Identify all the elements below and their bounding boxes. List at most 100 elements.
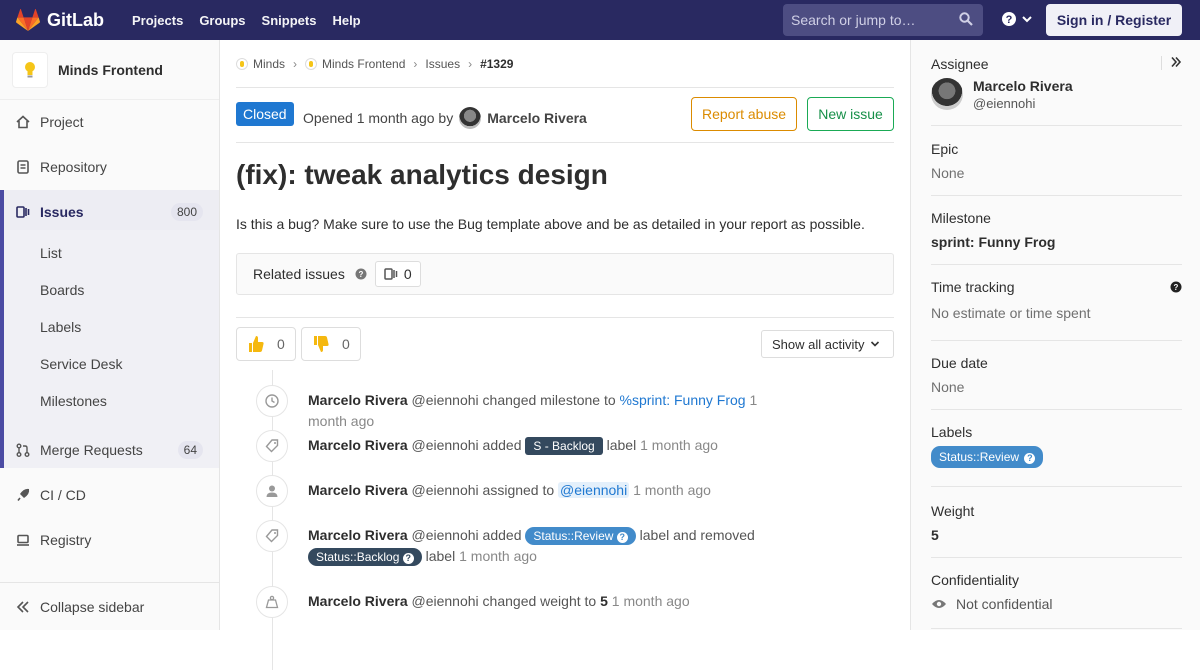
group-avatar-icon [236,57,248,70]
thumbs-up-button[interactable]: 0 [236,327,296,361]
section-divider [236,317,894,318]
sidebar-item-merge-requests[interactable]: Merge Requests 64 [0,428,219,472]
label-status-review[interactable]: Status::Review ? [931,446,1044,468]
gitlab-logo[interactable]: GitLab [16,0,104,40]
avatar[interactable] [459,107,482,129]
related-count-value: 0 [403,266,412,282]
sidebar-item-ci-cd[interactable]: CI / CD [0,473,219,517]
issue-main: Minds › Minds Frontend › Issues › #1329 … [236,40,894,670]
assignee-name[interactable]: Marcelo Rivera [973,78,1073,94]
sidebar-item-project[interactable]: Project [0,100,219,144]
sidebar-item-registry[interactable]: Registry [0,518,219,562]
submenu-item-boards[interactable]: Boards [40,282,84,298]
event-text: Marcelo Rivera @eiennohi assigned to @ei… [308,480,788,501]
sidebar-item-issues[interactable]: Issues 800 [0,190,219,234]
project-avatar [12,51,48,88]
event-handle[interactable]: @eiennohi [412,482,479,498]
nav-help[interactable]: Help [332,13,360,28]
sidebar-item-label: Merge Requests [40,442,143,458]
report-abuse-button[interactable]: Report abuse [691,97,797,131]
double-chevron-right-icon[interactable] [1170,56,1182,68]
event-handle[interactable]: @eiennohi [412,527,479,543]
event-time: 1 month ago [611,593,690,609]
sign-in-button[interactable]: Sign in / Register [1046,4,1182,36]
submenu-item-list[interactable]: List [40,245,62,261]
event-text: Marcelo Rivera @eiennohi changed milesto… [308,390,788,432]
event-author[interactable]: Marcelo Rivera [308,527,408,543]
milestone-title: Milestone [931,210,991,226]
new-issue-button[interactable]: New issue [807,97,894,131]
confidentiality-value: Not confidential [956,596,1053,612]
sidebar-project-header[interactable]: Minds Frontend [0,40,219,100]
event-author[interactable]: Marcelo Rivera [308,593,408,609]
collapse-sidebar-label: Collapse sidebar [40,598,145,615]
search-input[interactable]: Search or jump to… [783,4,983,36]
nav-groups[interactable]: Groups [199,13,245,28]
top-nav-links: Projects Groups Snippets Help [124,13,369,28]
thumbs-up-count: 0 [277,336,285,352]
event-action: added [482,527,522,543]
question-circle-icon: ? [1024,453,1036,464]
sidebar-item-label: Issues [40,204,84,220]
label-s-backlog[interactable]: S - Backlog [525,437,603,455]
submenu-item-milestones[interactable]: Milestones [40,393,107,409]
event-action: label [606,437,637,453]
issue-description: Is this a bug? Make sure to use the Bug … [236,216,865,232]
event-time: 1 month ago [633,482,711,498]
sidebar-item-repository[interactable]: Repository [0,145,219,189]
event-action: label [425,548,456,564]
event-time: 1 month ago [459,548,537,564]
event-action: added [482,437,522,453]
user-mention-link[interactable]: @eiennohi [558,482,630,498]
help-dropdown[interactable]: ? [1001,11,1033,27]
eye-icon [932,600,946,608]
opened-text: Opened 1 month ago by [303,110,454,126]
author-name[interactable]: Marcelo Rivera [487,110,587,126]
question-circle-icon[interactable]: ? [1170,281,1182,293]
clock-icon [256,385,288,417]
issues-count-badge: 800 [170,203,203,221]
time-tracking-title: Time tracking [931,279,1015,295]
home-icon [16,115,30,129]
show-activity-label: Show all activity [772,336,865,352]
epic-title: Epic [931,141,959,157]
label-status-review[interactable]: Status::Review ? [525,527,636,545]
nav-projects[interactable]: Projects [132,13,183,28]
thumbs-up-icon [249,336,264,352]
related-issues-count[interactable]: 0 [374,261,421,287]
merge-requests-count-badge: 64 [177,441,203,459]
nav-snippets[interactable]: Snippets [262,13,317,28]
related-issues-label: Related issues [253,266,345,282]
project-sidebar: Minds Frontend Project Repository Issues… [0,40,220,630]
event-author[interactable]: Marcelo Rivera [308,482,408,498]
breadcrumb-separator-icon: › [468,56,473,71]
milestone-value[interactable]: sprint: Funny Frog [931,234,1182,250]
label-text: Status::Backlog [316,550,400,564]
show-activity-dropdown[interactable]: Show all activity [761,330,894,358]
breadcrumb-item-issue-number[interactable]: #1329 [480,57,513,71]
event-handle[interactable]: @eiennohi [412,593,479,609]
submenu-item-service-desk[interactable]: Service Desk [40,356,122,372]
breadcrumb-item-project[interactable]: Minds Frontend [322,57,405,71]
question-circle-icon[interactable]: ? [355,268,367,280]
milestone-link[interactable]: %sprint: Funny Frog [620,392,746,408]
event-handle[interactable]: @eiennohi [412,437,479,453]
event-handle[interactable]: @eiennohi [412,392,479,408]
breadcrumb-separator-icon: › [293,56,298,71]
event-author[interactable]: Marcelo Rivera [308,437,408,453]
avatar[interactable] [931,78,963,110]
label-status-backlog[interactable]: Status::Backlog ? [308,548,422,566]
breadcrumb-item-issues[interactable]: Issues [425,57,460,71]
search-placeholder: Search or jump to… [791,12,916,28]
issue-header: Closed Opened 1 month ago by Marcelo Riv… [236,97,894,143]
submenu-item-labels[interactable]: Labels [40,319,81,335]
collapse-sidebar-button[interactable]: Collapse sidebar [0,582,219,630]
event-action: label and removed [639,527,755,543]
svg-text:?: ? [1174,283,1179,292]
event-author[interactable]: Marcelo Rivera [308,392,408,408]
merge-request-icon [16,443,30,457]
issue-opened-meta: Opened 1 month ago by Marcelo Rivera [303,107,587,129]
breadcrumb-item-group[interactable]: Minds [253,57,285,71]
thumbs-down-button[interactable]: 0 [301,327,361,361]
event-text: Marcelo Rivera @eiennohi changed weight … [308,591,788,612]
